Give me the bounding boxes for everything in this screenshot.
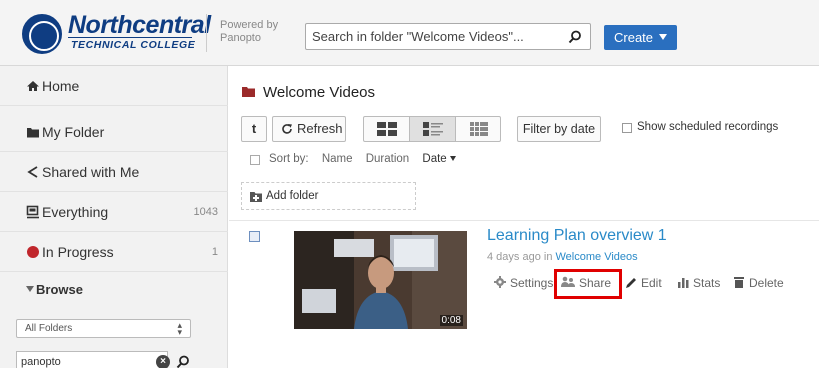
share-icon	[27, 166, 38, 178]
view-toggle	[363, 116, 501, 142]
create-button-label: Create	[614, 30, 654, 45]
edit-label: Edit	[641, 276, 662, 290]
list-view-icon	[423, 122, 443, 136]
refresh-label: Refresh	[297, 121, 343, 136]
sort-caret-icon	[449, 156, 456, 161]
sidebar-item-label: In Progress	[42, 244, 114, 260]
home-icon	[27, 81, 39, 91]
folder-filter-select[interactable]: All Folders ▴ ▾	[16, 319, 191, 338]
top-header: Northcentral TECHNICAL COLLEGE Powered b…	[0, 0, 819, 66]
rss-label: t	[251, 121, 257, 136]
add-folder-label: Add folder	[266, 190, 319, 202]
sort-by-date[interactable]: Date	[422, 153, 456, 165]
sidebar-folder-search: ×	[16, 351, 191, 368]
session-thumbnail[interactable]: 0:08	[294, 231, 467, 329]
detail-view-button[interactable]	[456, 117, 502, 141]
scheduled-recordings-checkbox[interactable]	[622, 123, 632, 133]
sidebar-item-label: Shared with Me	[42, 164, 140, 180]
sort-by-date-label: Date	[422, 153, 447, 165]
edit-button[interactable]: Edit	[625, 273, 667, 293]
session-duration: 0:08	[439, 315, 463, 326]
session-row: 0:08 Learning Plan overview 1 4 days ago…	[229, 221, 819, 343]
sidebar-item-my-folder[interactable]: My Folder	[0, 112, 228, 152]
folder-search-input[interactable]	[312, 27, 552, 46]
share-highlight-box	[554, 269, 622, 299]
sidebar-item-label: Everything	[42, 204, 109, 220]
folder-search-box	[305, 23, 591, 50]
search-icon[interactable]	[568, 30, 582, 44]
grid-icon	[377, 122, 397, 136]
sort-label: Sort by:	[269, 153, 309, 165]
sidebar-item-home[interactable]: Home	[0, 66, 228, 106]
search-icon[interactable]	[176, 355, 190, 368]
bar-chart-icon	[678, 278, 689, 288]
sidebar-item-in-progress[interactable]: In Progress 1	[0, 232, 228, 272]
sidebar-item-count: 1	[211, 246, 218, 258]
powered-by-line1: Powered by	[220, 19, 279, 31]
sidebar-item-label: Home	[42, 78, 80, 94]
settings-button[interactable]: Settings	[494, 273, 554, 293]
sidebar-search-input[interactable]	[16, 351, 168, 368]
refresh-icon	[282, 124, 292, 134]
delete-button[interactable]: Delete	[733, 273, 789, 293]
folder-filter-value: All Folders	[25, 323, 73, 334]
session-title-link[interactable]: Learning Plan overview 1	[487, 227, 667, 245]
add-folder-button[interactable]: Add folder	[241, 182, 416, 210]
logo-rule	[68, 37, 192, 38]
rss-button[interactable]: t	[241, 116, 267, 142]
session-age: 4 days ago in	[487, 251, 553, 263]
session-folder-link[interactable]: Welcome Videos	[556, 251, 638, 263]
create-button[interactable]: Create	[604, 25, 677, 50]
header-divider	[206, 14, 207, 52]
record-dot-icon	[27, 246, 39, 258]
table-view-icon	[470, 122, 488, 136]
select-arrows-icon: ▴ ▾	[177, 320, 182, 337]
trash-icon	[734, 277, 744, 288]
sort-by-name[interactable]: Name	[322, 153, 353, 165]
tile-view-button[interactable]	[364, 117, 410, 141]
sort-by-duration[interactable]: Duration	[366, 153, 409, 165]
delete-label: Delete	[749, 276, 784, 290]
stats-label: Stats	[693, 276, 721, 290]
sidebar-item-count: 1043	[193, 206, 218, 218]
main-content: Welcome Videos t Refresh Filter by date …	[229, 66, 819, 368]
pencil-icon	[626, 278, 636, 288]
filter-by-date-label: Filter by date	[522, 122, 596, 136]
add-folder-icon	[250, 192, 262, 202]
powered-by-line2: Panopto	[220, 32, 261, 44]
session-checkbox[interactable]	[249, 231, 260, 242]
folder-icon	[242, 87, 255, 97]
sidebar-item-everything[interactable]: Everything 1043	[0, 192, 228, 232]
list-view-button[interactable]	[410, 117, 456, 141]
sort-bar: Sort by: Name Duration Date	[269, 153, 466, 165]
sidebar: Home My Folder Shared with Me Everything…	[0, 66, 228, 368]
folder-icon	[27, 128, 39, 138]
gear-icon	[494, 276, 506, 288]
logo-subtitle: TECHNICAL COLLEGE	[71, 39, 196, 51]
browse-toggle[interactable]: Browse	[0, 273, 228, 307]
select-all-checkbox[interactable]	[250, 155, 260, 165]
logo-name: Northcentral	[68, 11, 211, 39]
caret-down-icon	[659, 34, 667, 40]
logo-seal-icon	[22, 14, 62, 54]
session-meta: 4 days ago in Welcome Videos	[487, 251, 638, 263]
settings-label: Settings	[510, 276, 554, 290]
scheduled-recordings-label: Show scheduled recordings	[637, 121, 779, 133]
caret-down-icon	[26, 286, 34, 292]
clear-icon[interactable]: ×	[156, 355, 170, 368]
browse-label: Browse	[36, 282, 83, 297]
stats-button[interactable]: Stats	[677, 273, 723, 293]
sidebar-item-shared-with-me[interactable]: Shared with Me	[0, 152, 228, 192]
refresh-button[interactable]: Refresh	[272, 116, 346, 142]
everything-icon	[26, 205, 39, 219]
page-title: Welcome Videos	[263, 84, 376, 101]
powered-by: Powered by Panopto	[220, 19, 278, 45]
college-logo[interactable]: Northcentral TECHNICAL COLLEGE	[22, 11, 211, 54]
filter-by-date-button[interactable]: Filter by date	[517, 116, 601, 142]
sidebar-item-label: My Folder	[42, 124, 105, 140]
